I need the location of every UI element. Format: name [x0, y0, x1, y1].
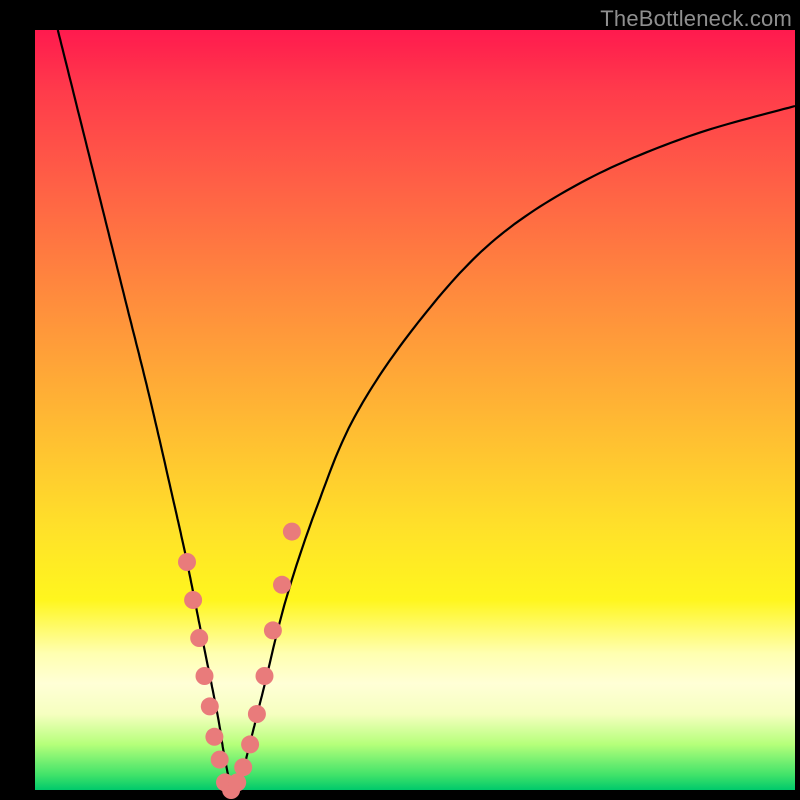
- sample-dot: [184, 591, 202, 609]
- plot-area: [35, 30, 795, 790]
- bottleneck-curve: [58, 30, 795, 791]
- chart-frame: TheBottleneck.com: [0, 0, 800, 800]
- sample-dot: [273, 576, 291, 594]
- sample-dot: [201, 697, 219, 715]
- sample-dot: [241, 735, 259, 753]
- sample-dots: [178, 523, 301, 799]
- sample-dot: [178, 553, 196, 571]
- sample-dot: [190, 629, 208, 647]
- watermark-text: TheBottleneck.com: [600, 6, 792, 32]
- sample-dot: [234, 758, 252, 776]
- curve-svg: [35, 30, 795, 790]
- sample-dot: [205, 728, 223, 746]
- sample-dot: [283, 523, 301, 541]
- sample-dot: [256, 667, 274, 685]
- sample-dot: [248, 705, 266, 723]
- sample-dot: [196, 667, 214, 685]
- sample-dot: [211, 751, 229, 769]
- sample-dot: [264, 621, 282, 639]
